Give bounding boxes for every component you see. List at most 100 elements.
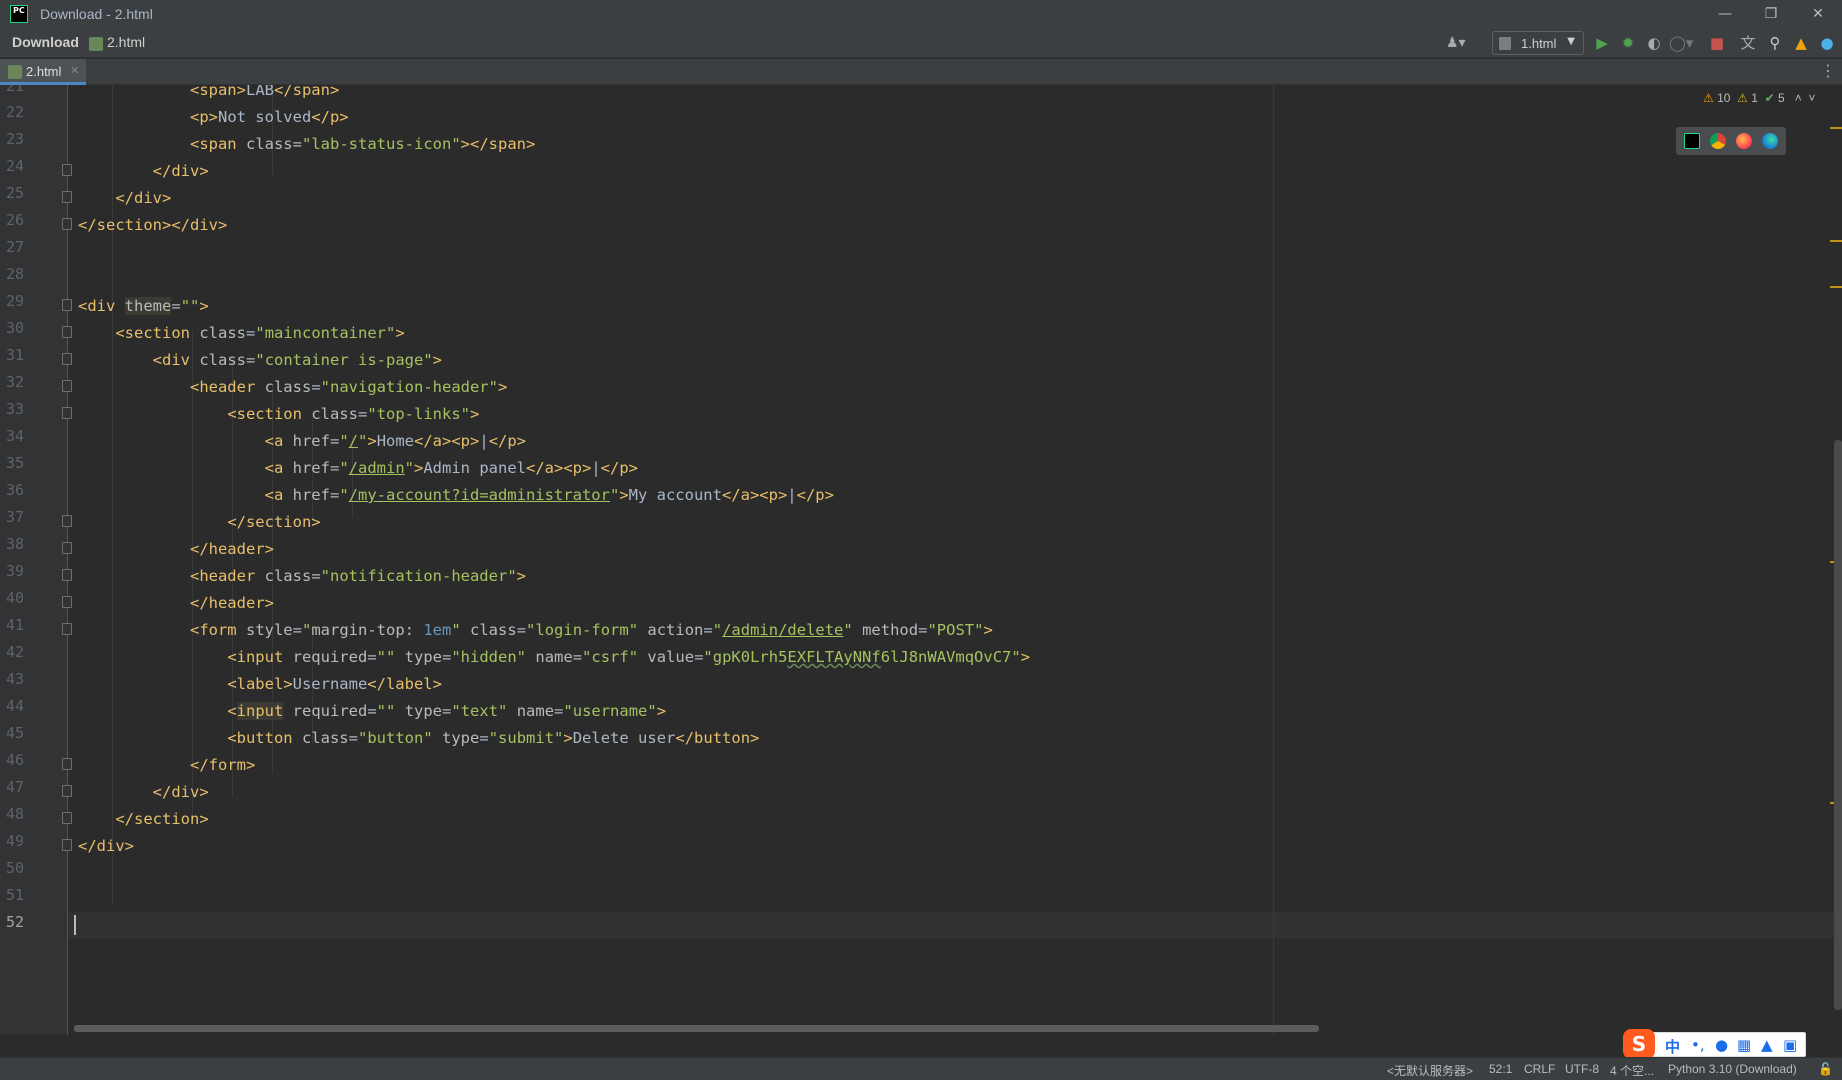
fold-marker-icon[interactable]	[62, 353, 72, 365]
code-line-37: </section>	[227, 513, 321, 531]
line-number: 27	[5, 238, 24, 256]
line-number: 45	[5, 724, 24, 742]
code-line-44: <input required="" type="text" name="use…	[227, 702, 667, 720]
caret-position[interactable]: 52:1	[1489, 1062, 1512, 1076]
lock-icon[interactable]: 🔓	[1818, 1062, 1833, 1076]
breadcrumb-file[interactable]: 2.html	[107, 34, 145, 50]
inspection-widget[interactable]: ⚠ 10 ⚠ 1 ✔ 5 ˄ ˅	[1703, 91, 1815, 109]
plugin-icon[interactable]: ●	[1816, 32, 1838, 54]
line-number: 43	[5, 670, 24, 688]
weak-warning-count: 1	[1751, 91, 1758, 105]
ime-punct-toggle[interactable]: •,	[1691, 1036, 1705, 1054]
error-stripe-marker[interactable]	[1830, 127, 1842, 129]
line-number: 50	[5, 859, 24, 877]
toolbox-icon[interactable]: ▣	[1783, 1036, 1797, 1054]
code-line-21: <span>LAB</span>	[189, 85, 340, 99]
code-line-30: <section class="maincontainer">	[115, 324, 405, 342]
fold-marker-icon[interactable]	[62, 515, 72, 527]
fold-marker-icon[interactable]	[62, 623, 72, 635]
line-number: 48	[5, 805, 24, 823]
file-encoding[interactable]: UTF-8	[1565, 1062, 1599, 1076]
error-stripe-marker[interactable]	[1830, 240, 1842, 242]
error-stripe-marker[interactable]	[1830, 286, 1842, 288]
server-selector[interactable]: <无默认服务器>	[1387, 1062, 1473, 1079]
title-bar: PC Download - 2.html — ❐ ✕	[0, 0, 1842, 28]
fold-marker-icon[interactable]	[62, 326, 72, 338]
code-line-46: </form>	[189, 756, 256, 774]
line-number: 39	[5, 562, 24, 580]
line-number: 24	[5, 157, 24, 175]
translate-icon[interactable]: 文	[1737, 32, 1759, 54]
fold-marker-icon[interactable]	[62, 596, 72, 608]
update-icon[interactable]: ▲	[1790, 32, 1812, 54]
microphone-icon[interactable]: ●	[1715, 1036, 1728, 1054]
edge-icon[interactable]	[1762, 133, 1778, 149]
line-number-current: 52	[5, 913, 24, 931]
line-number: 36	[5, 481, 24, 499]
line-number: 49	[5, 832, 24, 850]
code-line-38: </header>	[189, 540, 274, 558]
stop-icon[interactable]: ■	[1706, 32, 1728, 54]
indent-setting[interactable]: 4 个空...	[1610, 1062, 1654, 1079]
ime-mode-toggle[interactable]: 中	[1665, 1036, 1680, 1057]
line-separator[interactable]: CRLF	[1524, 1062, 1555, 1076]
vertical-scrollbar[interactable]	[1834, 440, 1842, 1010]
ime-toolbar[interactable]: S 中 •, ● ▦ ▲ ▣	[1623, 1029, 1806, 1059]
firefox-icon[interactable]	[1736, 133, 1752, 149]
profile-icon[interactable]: ◯▾	[1669, 32, 1693, 54]
line-number: 47	[5, 778, 24, 796]
user-icon[interactable]: ♟▾	[1446, 32, 1472, 54]
fold-marker-icon[interactable]	[62, 191, 72, 203]
close-icon[interactable]: ✕	[70, 64, 79, 77]
code-editor[interactable]: 21 22 23 24 25 26 27 28 29 30 31 32 33 3…	[0, 85, 1842, 1035]
chevron-down-icon[interactable]: ˅	[1808, 91, 1815, 105]
restore-icon[interactable]: ❐	[1756, 3, 1786, 25]
search-icon[interactable]: ⚲	[1764, 32, 1786, 54]
fold-marker-icon[interactable]	[62, 758, 72, 770]
code-line-41: <form style="margin-top: 1em" class="log…	[189, 621, 993, 639]
fold-marker-icon[interactable]	[62, 380, 72, 392]
fold-marker-icon[interactable]	[62, 569, 72, 581]
horizontal-scrollbar[interactable]	[74, 1025, 1319, 1032]
debug-icon[interactable]: ✹	[1617, 32, 1639, 54]
sogou-logo-icon[interactable]: S	[1623, 1029, 1655, 1059]
run-icon[interactable]: ▶	[1591, 32, 1613, 54]
chevron-up-icon[interactable]: ˄	[1795, 91, 1802, 105]
more-vertical-icon[interactable]: ⋮	[1820, 61, 1836, 80]
fold-marker-icon[interactable]	[62, 407, 72, 419]
code-line-23: <span class="lab-status-icon"></span>	[189, 135, 536, 153]
python-interpreter[interactable]: Python 3.10 (Download)	[1668, 1062, 1797, 1076]
fold-marker-icon[interactable]	[62, 839, 72, 851]
skin-icon[interactable]: ▲	[1761, 1036, 1773, 1054]
warning-icon: ⚠	[1703, 91, 1714, 105]
fold-marker-icon[interactable]	[62, 299, 72, 311]
line-number: 34	[5, 427, 24, 445]
tab-2-html[interactable]: 2.html ✕	[0, 59, 86, 85]
code-line-25: </div>	[115, 189, 172, 207]
fold-marker-icon[interactable]	[62, 164, 72, 176]
typo-check-icon: ✔	[1764, 91, 1775, 105]
pycharm-browser-icon[interactable]	[1684, 133, 1700, 149]
minimize-icon[interactable]: —	[1710, 3, 1740, 25]
code-line-32: <header class="navigation-header">	[189, 378, 508, 396]
fold-marker-icon[interactable]	[62, 785, 72, 797]
run-config-selector[interactable]: 1.html ▼	[1492, 31, 1584, 55]
text-caret	[74, 915, 76, 935]
chrome-icon[interactable]	[1710, 133, 1726, 149]
status-bar: <无默认服务器> 52:1 CRLF UTF-8 4 个空... Python …	[0, 1057, 1842, 1080]
code-line-22: <p>Not solved</p>	[189, 108, 349, 126]
fold-marker-icon[interactable]	[62, 542, 72, 554]
fold-marker-icon[interactable]	[62, 218, 72, 230]
line-number: 23	[5, 130, 24, 148]
window-title: Download - 2.html	[40, 6, 153, 22]
keyboard-icon[interactable]: ▦	[1737, 1036, 1751, 1054]
breadcrumb-project[interactable]: Download	[12, 34, 79, 50]
code-line-43: <label>Username</label>	[227, 675, 442, 693]
line-number: 41	[5, 616, 24, 634]
close-icon[interactable]: ✕	[1803, 3, 1833, 25]
current-line-highlight	[69, 912, 1842, 938]
coverage-icon[interactable]: ◐	[1643, 32, 1665, 54]
code-line-31: <div class="container is-page">	[152, 351, 443, 369]
fold-marker-icon[interactable]	[62, 812, 72, 824]
code-line-48: </section>	[115, 810, 209, 828]
